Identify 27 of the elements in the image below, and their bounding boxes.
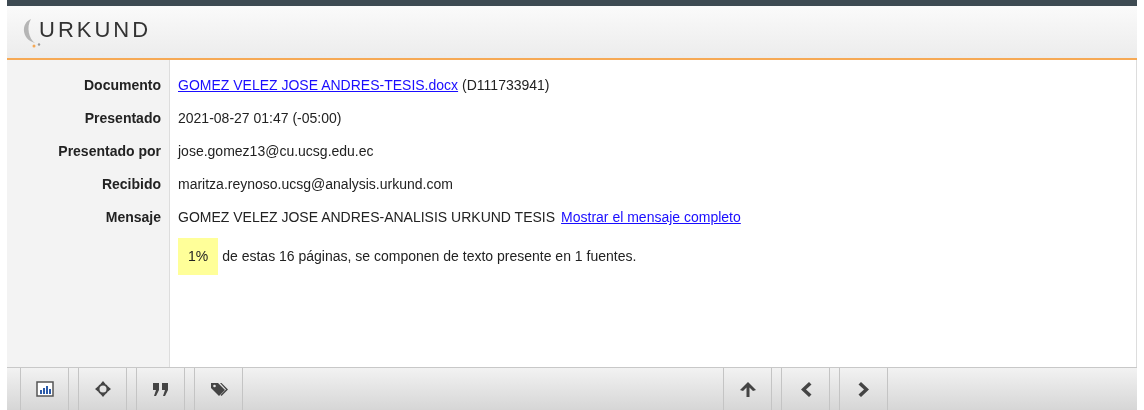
up-arrow-icon xyxy=(738,380,757,398)
document-link[interactable]: GOMEZ VELEZ JOSE ANDRES-TESIS.docx xyxy=(178,75,459,96)
field-value: jose.gomez13@cu.ucsg.edu.ec xyxy=(178,142,374,161)
quote-icon xyxy=(151,380,170,398)
field-label: Mensaje xyxy=(105,208,161,227)
toolbar-button[interactable] xyxy=(78,368,127,410)
document-id: (D111733941) xyxy=(462,76,550,95)
field-label: Documento xyxy=(84,76,161,95)
field-value: maritza.reynoso.ucsg@analysis.urkund.com xyxy=(178,175,453,194)
field-label: Presentado xyxy=(84,109,161,128)
toolbar-button[interactable] xyxy=(194,368,243,410)
field-value: GOMEZ VELEZ JOSE ANDRES-ANALISIS URKUND TESIS xyxy=(178,208,556,227)
field-value: 2021-08-27 01:47 (-05:00) xyxy=(178,109,342,128)
show-message-link[interactable]: Mostrar el mensaje completo xyxy=(561,207,741,228)
summary-text: de estas 16 páginas, se componen de texto presente en 1 fuentes. xyxy=(222,247,637,266)
tags-icon xyxy=(209,380,228,398)
toolbar-button[interactable] xyxy=(136,368,185,410)
field-label: Presentado por xyxy=(58,142,161,161)
toolbar-button[interactable] xyxy=(839,368,888,410)
field-label: Recibido xyxy=(101,175,161,194)
chart-icon xyxy=(35,380,54,398)
toolbar-button[interactable] xyxy=(20,368,69,410)
logo-text: URKUND xyxy=(39,15,152,44)
percentage-badge: 1% xyxy=(178,238,219,275)
toolbar-button[interactable] xyxy=(723,368,772,410)
toolbar-button[interactable] xyxy=(781,368,830,410)
crosshair-icon xyxy=(93,380,112,398)
